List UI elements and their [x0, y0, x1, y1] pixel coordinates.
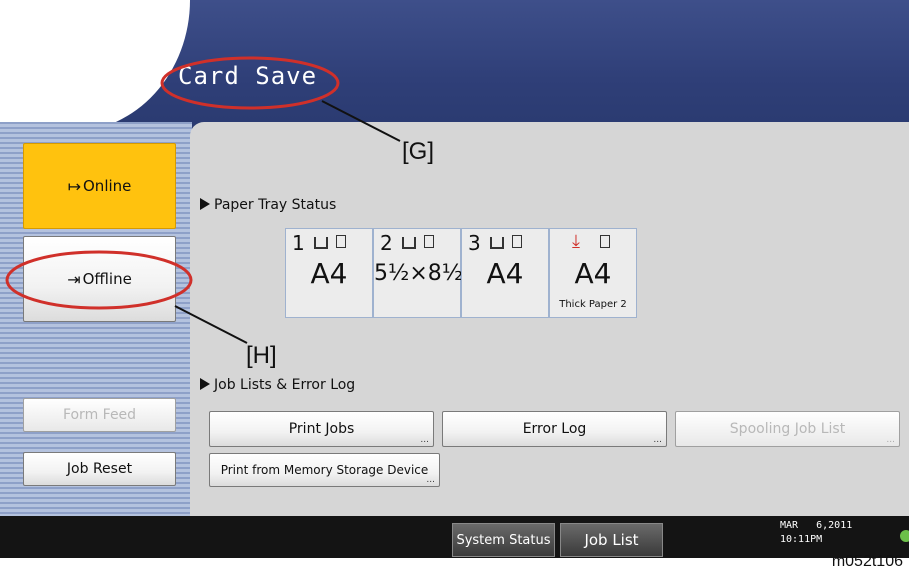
offline-arrow-icon: ⇥ [67, 269, 81, 289]
tray-1: 1 A4 [285, 228, 373, 318]
job-list-button[interactable]: Job List [560, 523, 663, 557]
tray-icon [402, 237, 416, 249]
tray-3: 3 A4 [461, 228, 549, 318]
date-text: MAR 6,2011 [780, 520, 853, 531]
tray-icon [490, 237, 504, 249]
tray-icon [314, 237, 328, 249]
more-indicator: ... [426, 475, 435, 485]
paper-tray-status-heading: Paper Tray Status [200, 197, 336, 213]
job-reset-button[interactable]: Job Reset [23, 452, 176, 486]
bypass-tray: ⤓ A4 Thick Paper 2 [549, 228, 637, 318]
job-reset-label: Job Reset [66, 461, 133, 477]
form-feed-label: Form Feed [62, 407, 137, 423]
print-jobs-label: Print Jobs [288, 421, 355, 437]
callout-g-label: [G] [402, 138, 435, 165]
tray-number: 3 [468, 231, 481, 255]
section-triangle-icon [200, 378, 210, 390]
paper-sheet-icon [336, 235, 346, 248]
paper-tray-status-label: Paper Tray Status [214, 197, 337, 213]
time-text: 10:11PM [780, 534, 823, 545]
paper-sheet-icon [424, 235, 434, 248]
offline-label: Offline [82, 270, 132, 288]
paper-sheet-icon [512, 235, 522, 248]
more-indicator: ... [653, 435, 662, 445]
more-indicator: ... [420, 435, 429, 445]
header-curve [0, 0, 190, 132]
error-log-button[interactable]: Error Log ... [442, 411, 667, 447]
print-from-memory-label: Print from Memory Storage Device [220, 463, 429, 477]
tray-number: 2 [380, 231, 393, 255]
header-bar [0, 0, 909, 132]
callout-h-label: [H] [246, 342, 277, 369]
tray-paper-size: A4 [310, 257, 348, 290]
form-feed-button[interactable]: Form Feed [23, 398, 176, 432]
offline-button[interactable]: ⇥ Offline [23, 236, 176, 322]
tray-paper-size: A4 [486, 257, 524, 290]
system-status-label: System Status [456, 532, 551, 548]
system-status-button[interactable]: System Status [452, 523, 555, 557]
tray-paper-type: Thick Paper 2 [559, 299, 627, 310]
tray-paper-size: 5½×8½ [374, 261, 464, 286]
job-lists-label: Job Lists & Error Log [214, 377, 356, 393]
job-list-label: Job List [584, 531, 639, 549]
error-log-label: Error Log [522, 421, 587, 437]
online-label: Online [83, 177, 132, 195]
tray-2: 2 5½×8½ [373, 228, 464, 318]
spooling-job-list-button[interactable]: Spooling Job List ... [675, 411, 900, 447]
date-time-display: MAR 6,2011 10:11PM [780, 519, 852, 547]
spooling-job-list-label: Spooling Job List [729, 421, 846, 437]
paper-sheet-icon [600, 235, 610, 248]
section-triangle-icon [200, 198, 210, 210]
status-indicator-icon [900, 530, 909, 542]
figure-code: m052t106 [831, 553, 903, 570]
online-button[interactable]: ↦ Online [23, 143, 176, 229]
bypass-tray-icon: ⤓ [572, 231, 580, 252]
tray-paper-size: A4 [574, 257, 612, 290]
job-lists-heading: Job Lists & Error Log [200, 377, 355, 393]
page-title: Card Save [178, 62, 318, 90]
print-jobs-button[interactable]: Print Jobs ... [209, 411, 434, 447]
tray-number: 1 [292, 231, 305, 255]
online-arrow-icon: ↦ [67, 176, 81, 196]
print-from-memory-button[interactable]: Print from Memory Storage Device ... [209, 453, 440, 487]
more-indicator: ... [886, 435, 895, 445]
